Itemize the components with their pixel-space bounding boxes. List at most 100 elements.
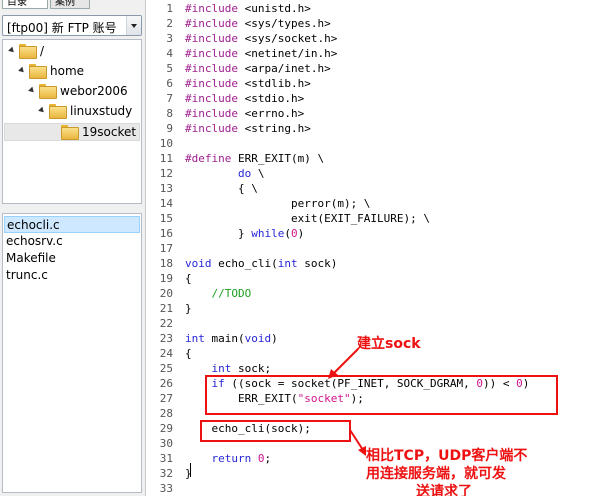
line-number: 6 (166, 77, 173, 90)
tree-node[interactable]: / (3, 43, 141, 61)
code-line: #include <string.h> (185, 122, 311, 135)
code-token: <string.h> (244, 122, 311, 135)
code-line: #include <sys/socket.h> (185, 32, 337, 45)
code-token: <sys/types.h> (244, 17, 331, 30)
code-line: void echo_cli(int sock) (185, 257, 337, 270)
code-line: perror(m); \ (185, 197, 370, 210)
code-token: #include (185, 17, 245, 30)
code-token: #include (185, 107, 245, 120)
line-number: 32 (159, 467, 173, 480)
line-number: 4 (166, 47, 173, 60)
line-number: 18 (159, 257, 173, 270)
code-line: int main(void) (185, 332, 278, 345)
code-token: void (244, 332, 272, 345)
annotation-arrow-up (328, 348, 359, 379)
code-token: <sys/socket.h> (244, 32, 338, 45)
chevron-down-icon[interactable] (126, 16, 141, 35)
annotation-udp-note-line-3: 送请求了 (416, 484, 472, 496)
line-number: 22 (159, 317, 173, 330)
code-token: #include (185, 32, 245, 45)
tab-directory[interactable]: 目录 (2, 0, 48, 9)
annotation-create-sock: 建立sock (357, 336, 421, 352)
line-number: 31 (159, 452, 173, 465)
expand-arrow-icon[interactable] (18, 66, 26, 75)
tree-node[interactable]: home (3, 63, 141, 81)
code-token: while (251, 227, 285, 240)
line-number: 11 (159, 152, 173, 165)
code-line: exit(EXIT_FAILURE); \ (185, 212, 430, 225)
code-line: { (185, 347, 192, 360)
code-token: <stdlib.h> (244, 77, 311, 90)
expand-arrow-icon[interactable] (38, 106, 46, 115)
code-line: #include <stdlib.h> (185, 77, 311, 90)
tree-node[interactable]: linuxstudy (3, 103, 141, 121)
code-token: #include (185, 62, 245, 75)
line-number: 21 (159, 302, 173, 315)
code-token: sock; (231, 362, 272, 375)
line-number: 19 (159, 272, 173, 285)
text-caret (190, 463, 191, 477)
file-item[interactable]: echocli.c (4, 216, 140, 233)
code-line: #include <netinet/in.h> (185, 47, 337, 60)
code-line: #include <errno.h> (185, 107, 304, 120)
tree-node[interactable]: 19socket (4, 123, 140, 141)
line-number: 13 (159, 182, 173, 195)
annotation-udp-note-line-1: 相比TCP，UDP客户端不 (366, 448, 528, 464)
directory-tree: / home webor2006 linuxstudy 19socket (2, 39, 142, 204)
line-number: 8 (166, 107, 173, 120)
code-line: //TODO (185, 287, 252, 300)
code-token: return (211, 452, 252, 465)
code-token: void (185, 257, 212, 270)
line-number: 28 (159, 407, 173, 420)
code-token: { (185, 347, 192, 360)
folder-icon (39, 84, 57, 99)
code-token: } (185, 227, 252, 240)
tree-node-label: webor2006 (60, 84, 128, 98)
code-token: //TODO (211, 287, 252, 300)
code-token: #include (185, 77, 245, 90)
expand-arrow-icon[interactable] (8, 46, 16, 55)
code-line: #define ERR_EXIT(m) \ (185, 152, 324, 165)
file-item[interactable]: echosrv.c (4, 233, 140, 250)
expand-arrow-icon[interactable] (28, 86, 36, 95)
code-line: return 0; (185, 452, 272, 465)
code-token: <errno.h> (244, 107, 305, 120)
file-item[interactable]: trunc.c (4, 267, 140, 284)
code-token: ( (284, 227, 291, 240)
code-token: echo_cli( (211, 257, 278, 270)
site-select[interactable]: [ftp00] 新 FTP 账号 (2, 15, 142, 36)
code-line: } while(0) (185, 227, 304, 240)
file-item[interactable]: Makefile (4, 250, 140, 267)
code-token: #include (185, 47, 245, 60)
folder-icon (19, 44, 37, 59)
line-number-gutter: 1 2 3 4 5 6 7 8 9 10 11 12 13 14 15 16 17 18 19 20 21 22 23 24 2… (146, 0, 177, 496)
tab-cases[interactable]: 案例 (50, 0, 90, 9)
tree-node[interactable]: webor2006 (3, 83, 141, 101)
line-number: 3 (166, 32, 173, 45)
code-token: int (185, 332, 205, 345)
code-line: { \ (185, 182, 258, 195)
line-number: 2 (166, 17, 173, 30)
code-token: do (237, 167, 252, 180)
line-number: 12 (159, 167, 173, 180)
code-line: do \ (185, 167, 265, 180)
folder-icon (49, 104, 67, 119)
code-line: #include <sys/types.h> (185, 17, 331, 30)
annotation-udp-note-line-2: 用连接服务端，就可发 (366, 466, 506, 482)
line-number: 15 (159, 212, 173, 225)
line-number: 7 (166, 92, 173, 105)
code-token: #define (185, 152, 238, 165)
code-token: { (185, 272, 192, 285)
folder-icon (29, 64, 47, 79)
code-token: ; (264, 452, 272, 465)
code-token: <netinet/in.h> (244, 47, 338, 60)
code-line: int sock; (185, 362, 272, 375)
sidebar-tabs: 目录 案例 (0, 0, 145, 12)
line-number: 1 (166, 2, 173, 15)
line-number: 29 (159, 422, 173, 435)
tree-node-label: linuxstudy (70, 104, 133, 118)
code-token: <arpa/inet.h> (244, 62, 331, 75)
